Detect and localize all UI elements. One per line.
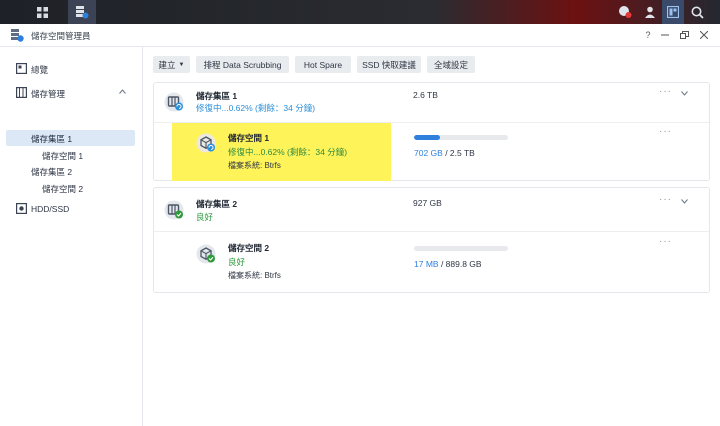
storage-pool-status: 良好	[196, 212, 214, 222]
sidebar-item-volume-2[interactable]: 儲存空間 2	[0, 180, 142, 196]
storage-pool-row[interactable]: 儲存集區 2 良好 927 GB ···	[154, 188, 709, 231]
taskbar-storage-manager-button[interactable]	[68, 0, 96, 24]
sidebar-item-label: 儲存空間 1	[42, 151, 84, 161]
storage-icon	[16, 87, 27, 98]
storage-pool-size: 927 GB	[413, 198, 442, 208]
sidebar-item-label: HDD/SSD	[31, 204, 70, 214]
storage-pool-name: 儲存集區 1	[196, 91, 238, 101]
sidebar-item-hdd-ssd[interactable]: HDD/SSD	[0, 201, 142, 217]
volume-status: 良好	[228, 257, 246, 267]
notification-button[interactable]	[614, 0, 636, 24]
volume-total: / 2.5 TB	[445, 148, 475, 158]
volume-status: 修復中...0.62% (剩餘：34 分鐘)	[228, 147, 348, 157]
sidebar-item-label: 儲存空間 2	[42, 184, 84, 194]
minimize-icon	[661, 34, 669, 36]
hot-spare-button[interactable]: Hot Spare	[295, 56, 351, 73]
sidebar-item-storage-management[interactable]: 儲存管理	[0, 85, 142, 101]
chat-notification-icon	[619, 6, 632, 18]
more-options-icon[interactable]: ···	[659, 86, 672, 97]
chevron-down-icon[interactable]	[681, 199, 688, 204]
sidebar-item-volume-1[interactable]: 儲存空間 1	[0, 147, 142, 163]
chevron-down-icon[interactable]	[681, 91, 688, 96]
storage-manager-window: 儲存空間管理員 ? 總覽 儲存管理 儲存集區 1 儲存空間 1 儲存集區 2 儲…	[0, 24, 720, 426]
more-options-icon[interactable]: ···	[659, 236, 672, 247]
overview-icon	[16, 63, 27, 74]
storage-pool-card-2: 儲存集區 2 良好 927 GB ··· 儲存空間 2 良好 檔案系統: Btr…	[153, 187, 710, 293]
volume-used: 17 MB	[414, 259, 439, 269]
volume-usage-fill	[414, 135, 441, 140]
storage-manager-icon	[76, 6, 89, 19]
user-icon	[645, 6, 655, 18]
grid-icon	[36, 6, 48, 18]
sidebar-item-overview[interactable]: 總覽	[0, 61, 142, 77]
search-button[interactable]	[686, 0, 708, 24]
sidebar-item-storage-pool-1[interactable]: 儲存集區 1	[6, 130, 135, 146]
desktop-taskbar	[0, 0, 720, 24]
sidebar-item-label: 總覽	[31, 65, 49, 75]
sidebar-item-storage-pool-2[interactable]: 儲存集區 2	[0, 163, 142, 179]
volume-name: 儲存空間 1	[228, 133, 270, 143]
caret-down-icon: ▼	[178, 61, 185, 68]
volume-usage-bar	[414, 135, 508, 140]
sidebar-item-label: 儲存集區 2	[31, 167, 73, 177]
volume-filesystem: 檔案系統: Btrfs	[228, 271, 281, 280]
volume-filesystem: 檔案系統: Btrfs	[228, 161, 281, 170]
storage-pool-name: 儲存集區 2	[196, 199, 238, 209]
window-title: 儲存空間管理員	[31, 31, 91, 41]
schedule-data-scrubbing-button[interactable]: 排程 Data Scrubbing	[196, 56, 289, 73]
close-button[interactable]	[697, 28, 711, 42]
window-titlebar[interactable]: 儲存空間管理員 ?	[0, 24, 720, 47]
restore-icon	[679, 31, 689, 39]
hdd-icon	[16, 203, 27, 214]
widgets-button[interactable]	[662, 0, 684, 24]
storage-pool-status: 修復中...0.62% (剩餘：34 分鐘)	[196, 103, 316, 113]
restore-button[interactable]	[677, 28, 691, 42]
more-options-icon[interactable]: ···	[659, 126, 672, 137]
global-settings-button[interactable]: 全域設定	[427, 56, 475, 73]
sidebar: 總覽 儲存管理 儲存集區 1 儲存空間 1 儲存集區 2 儲存空間 2 HDD/…	[0, 47, 143, 426]
volume-name: 儲存空間 2	[228, 243, 270, 253]
volume-usage-text: 17 MB / 889.8 GB	[414, 259, 482, 269]
help-button[interactable]: ?	[641, 28, 655, 42]
volume-repairing-icon	[196, 133, 216, 153]
sidebar-item-label: 儲存管理	[31, 89, 66, 99]
widget-panel-icon	[667, 6, 679, 18]
ssd-cache-advisor-button[interactable]: SSD 快取建議	[357, 56, 421, 73]
more-options-icon[interactable]: ···	[659, 194, 672, 205]
volume-usage-bar	[414, 246, 508, 251]
volume-row[interactable]: 儲存空間 2 良好 檔案系統: Btrfs 17 MB / 889.8 GB ·…	[154, 231, 709, 293]
chevron-up-icon[interactable]	[119, 89, 126, 94]
storage-pool-size: 2.6 TB	[413, 90, 438, 100]
volume-used: 702 GB	[414, 148, 443, 158]
storage-pool-repairing-icon	[164, 92, 184, 112]
volume-total: / 889.8 GB	[440, 259, 482, 269]
storage-pool-row[interactable]: 儲存集區 1 修復中...0.62% (剩餘：34 分鐘) 2.6 TB ···	[154, 83, 709, 122]
minimize-button[interactable]	[658, 28, 672, 42]
user-button[interactable]	[640, 0, 660, 24]
sidebar-item-label: 儲存集區 1	[31, 134, 73, 144]
search-icon	[691, 6, 704, 19]
close-icon	[700, 31, 708, 39]
main-menu-button[interactable]	[28, 0, 56, 24]
create-button[interactable]: 建立 ▼	[153, 56, 190, 73]
storage-pool-card-1: 儲存集區 1 修復中...0.62% (剩餘：34 分鐘) 2.6 TB ···…	[153, 82, 710, 181]
create-button-label: 建立	[158, 59, 176, 70]
volume-usage-text: 702 GB / 2.5 TB	[414, 148, 475, 158]
volume-row[interactable]: 儲存空間 1 修復中...0.62% (剩餘：34 分鐘) 檔案系統: Btrf…	[154, 122, 709, 181]
storage-manager-app-icon	[11, 29, 24, 42]
volume-healthy-icon	[196, 244, 216, 264]
storage-pool-healthy-icon	[164, 200, 184, 220]
